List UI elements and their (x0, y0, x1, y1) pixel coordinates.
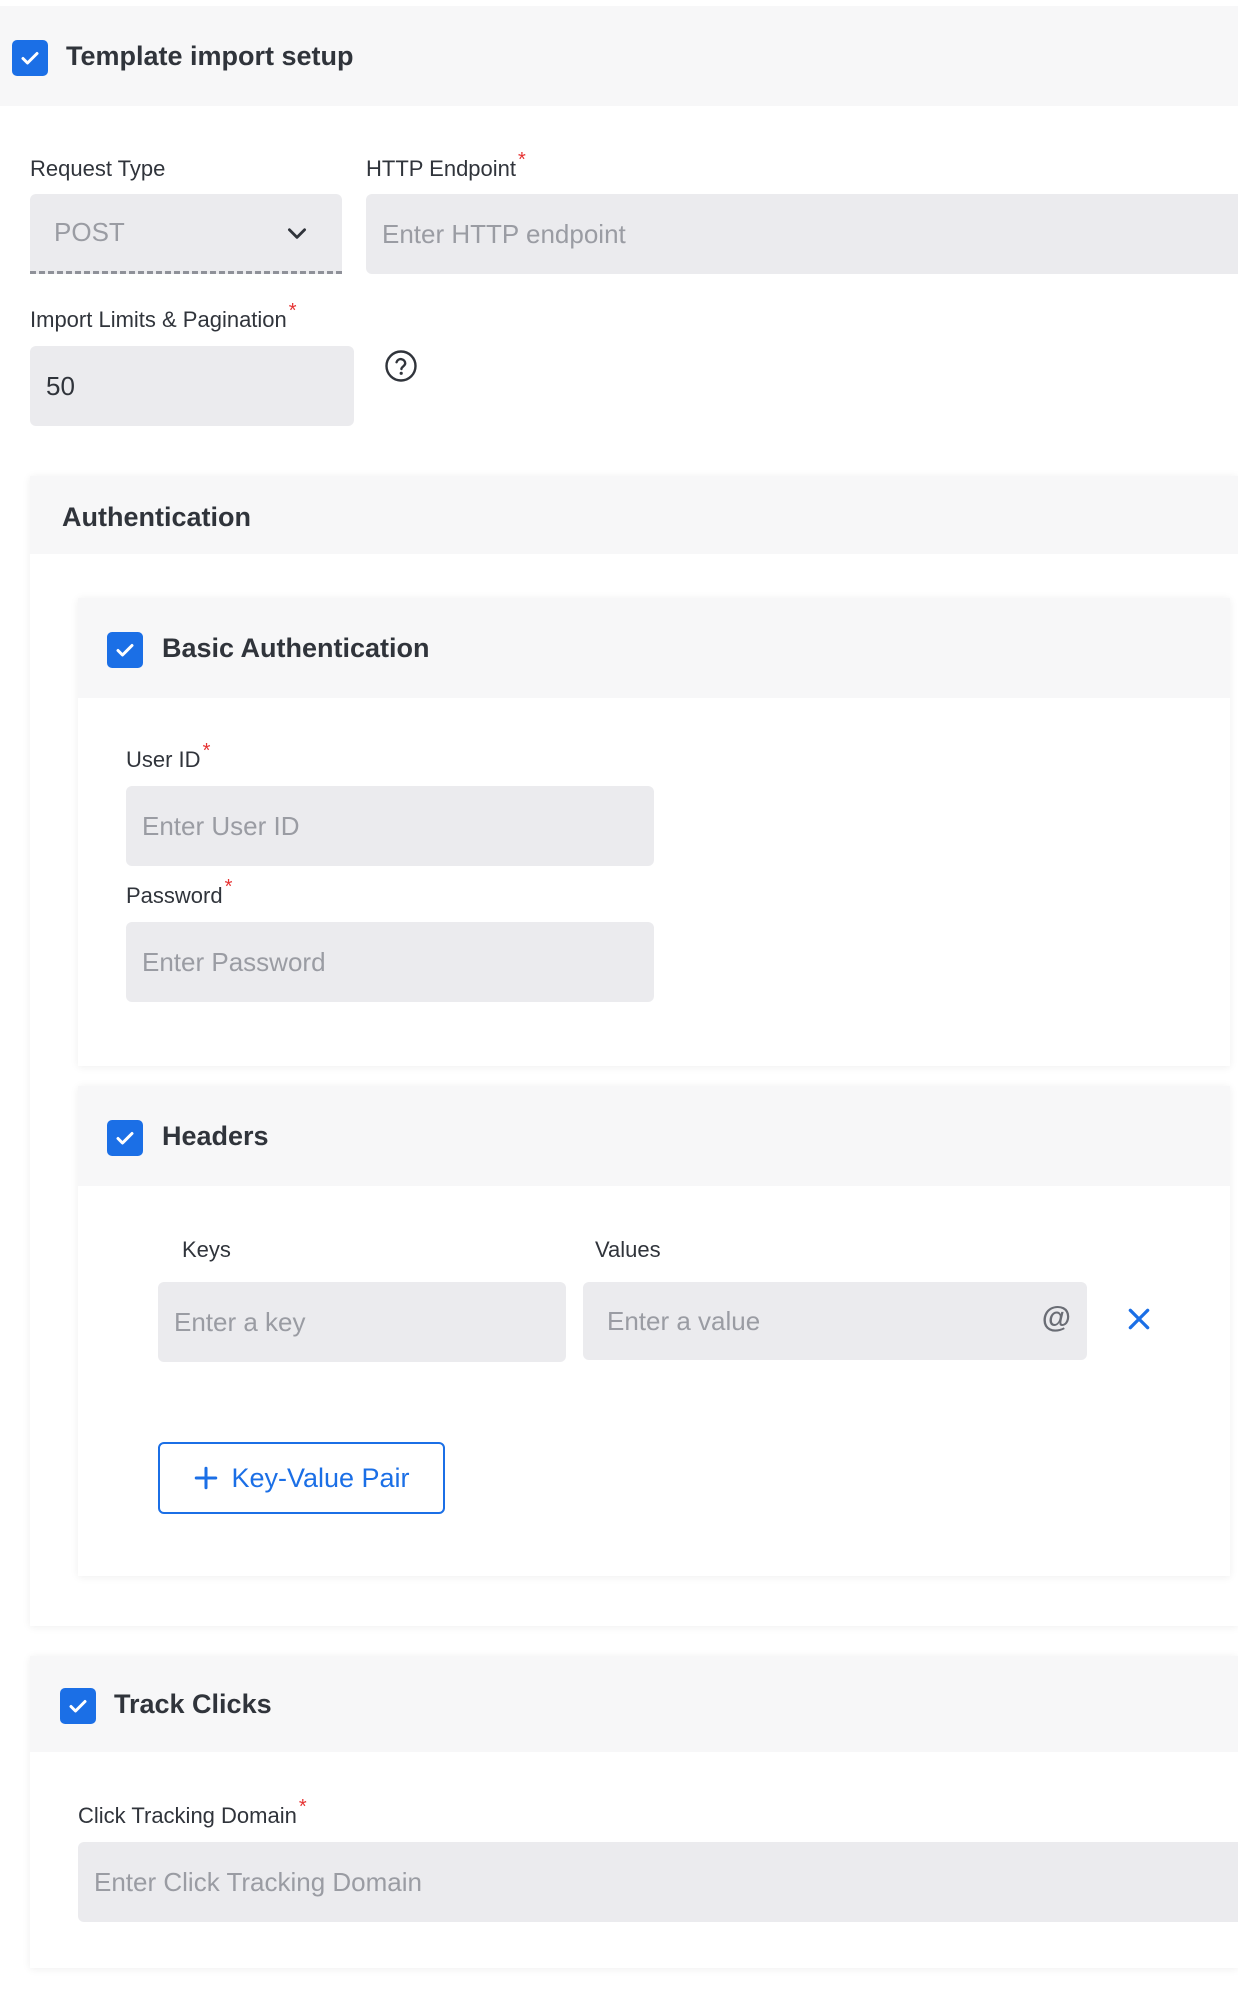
checkmark-icon (116, 644, 134, 657)
header-value-placeholder: Enter a value (607, 1305, 761, 1336)
basic-auth-checkbox[interactable] (107, 632, 143, 668)
password-input[interactable]: Enter Password (126, 922, 654, 1002)
user-id-input[interactable]: Enter User ID (126, 786, 654, 866)
click-tracking-domain-input[interactable]: Enter Click Tracking Domain (78, 1842, 1238, 1922)
headers-title: Headers (162, 1121, 269, 1151)
user-id-label: User ID * (126, 740, 211, 772)
required-mark: * (288, 300, 297, 322)
checkmark-icon (69, 1700, 87, 1713)
track-clicks-title: Track Clicks (114, 1689, 272, 1719)
request-type-select[interactable]: POST (30, 194, 342, 274)
headers-checkbox[interactable] (107, 1120, 143, 1156)
template-import-checkbox[interactable] (12, 40, 48, 76)
close-icon[interactable] (1126, 1306, 1152, 1332)
required-mark: * (298, 1796, 307, 1818)
http-endpoint-label: HTTP Endpoint * (366, 149, 526, 181)
required-mark: * (202, 740, 211, 762)
chevron-down-icon (288, 228, 306, 239)
required-mark: * (518, 149, 526, 171)
click-tracking-domain-label: Click Tracking Domain * (78, 1796, 307, 1828)
add-key-value-pair-label: Key-Value Pair (231, 1462, 410, 1493)
import-limits-label: Import Limits & Pagination * (30, 300, 297, 332)
request-type-value: POST (54, 217, 125, 247)
import-limits-input[interactable]: 50 (30, 346, 354, 426)
http-endpoint-input[interactable]: Enter HTTP endpoint (366, 194, 1238, 274)
plus-icon (195, 1466, 218, 1490)
checkmark-icon (116, 1132, 134, 1145)
required-mark: * (224, 876, 233, 898)
question-circle-icon[interactable] (384, 349, 418, 383)
keys-label: Keys (182, 1237, 231, 1262)
basic-auth-title: Basic Authentication (162, 633, 430, 663)
header-value-input[interactable]: Enter a value @ (583, 1282, 1087, 1360)
authentication-title: Authentication (62, 502, 251, 532)
request-type-label: Request Type (30, 156, 166, 181)
checkmark-icon (21, 52, 39, 65)
password-label: Password * (126, 876, 233, 908)
at-mention-icon[interactable]: @ (1042, 1301, 1071, 1335)
add-key-value-pair-button[interactable]: Key-Value Pair (158, 1442, 445, 1514)
template-import-title: Template import setup (66, 41, 354, 71)
values-label: Values (595, 1237, 661, 1262)
header-key-input[interactable]: Enter a key (158, 1282, 566, 1362)
track-clicks-checkbox[interactable] (60, 1688, 96, 1724)
